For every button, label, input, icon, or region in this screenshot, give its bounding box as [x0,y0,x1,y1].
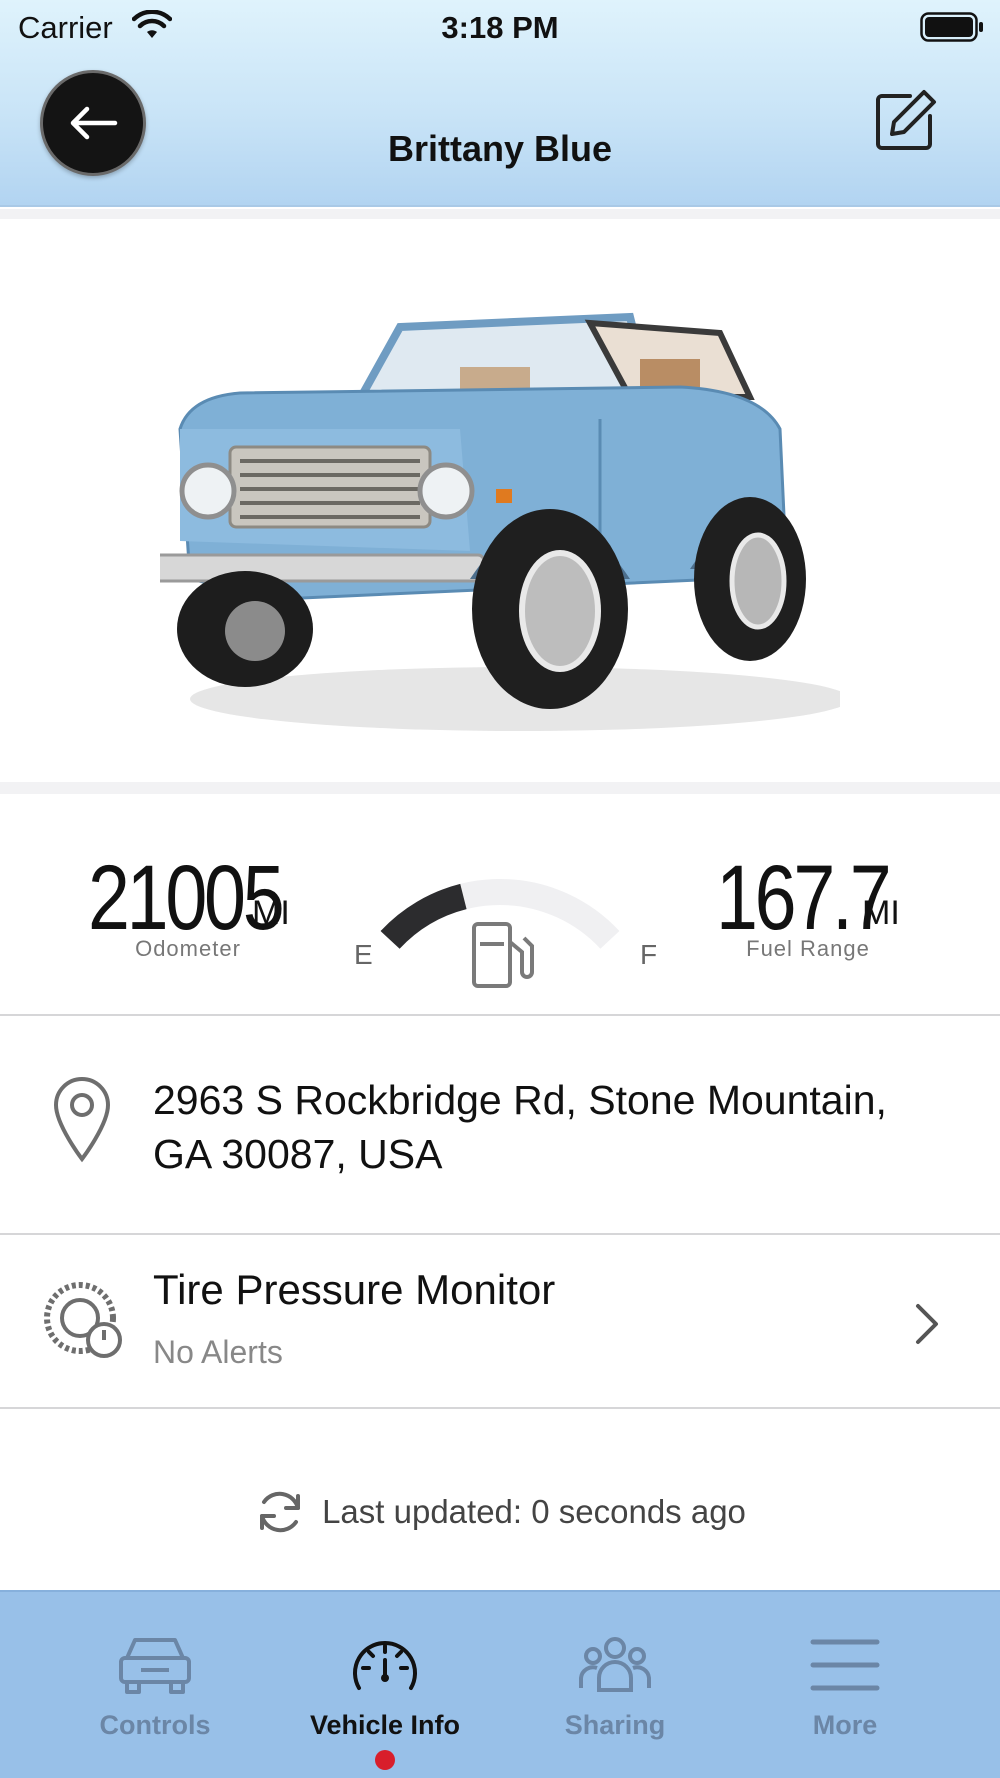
tab-more[interactable]: More [730,1592,960,1778]
chevron-right-icon [916,1304,938,1344]
section-divider [0,209,1000,219]
battery-icon [920,12,983,42]
tire-pressure-row[interactable]: Tire Pressure Monitor No Alerts [0,1236,1000,1409]
vehicle-image [160,312,840,731]
fuel-gauge: E F [354,879,657,988]
fuel-pump-icon [472,922,534,988]
car-icon [119,1638,191,1694]
tire-pressure-status: No Alerts [153,1334,283,1370]
tire-pressure-icon [44,1282,122,1358]
tab-label: Vehicle Info [309,1710,461,1740]
fuel-range-unit: MI [862,894,900,932]
tab-label: Controls [99,1710,211,1740]
tab-label: More [812,1710,878,1740]
clock: 3:18 PM [441,10,559,45]
tab-controls[interactable]: Controls [40,1592,270,1778]
menu-icon [810,1639,880,1691]
page-title: Brittany Blue [387,128,613,169]
tab-label: Sharing [564,1710,666,1740]
tab-bar: Controls Vehicle Info Sharing More [0,1590,1000,1778]
gauge-full-label: F [640,939,657,970]
people-icon [579,1637,651,1692]
active-tab-indicator [375,1750,395,1770]
location-pin-icon [53,1077,111,1163]
vehicle-stats: 21005 MI Odometer E F 167.7 MI Fuel Rang… [0,794,1000,1016]
speedometer-icon [353,1641,417,1690]
navigation-header: Carrier 3:18 PM Brittany Blue [0,0,1000,207]
refresh-icon [260,1491,301,1533]
last-updated[interactable]: Last updated: 0 seconds ago [0,1484,1000,1540]
section-divider [0,782,1000,794]
odometer-unit: MI [252,894,290,932]
status-bar: Carrier 3:18 PM [0,0,1000,56]
odometer-label: Odometer [135,936,241,961]
tab-sharing[interactable]: Sharing [500,1592,730,1778]
tire-pressure-title: Tire Pressure Monitor [153,1266,556,1313]
location-row[interactable]: 2963 S Rockbridge Rd, Stone Mountain, GA… [0,1017,1000,1235]
last-updated-text: Last updated: 0 seconds ago [322,1493,746,1530]
fuel-range-label: Fuel Range [746,936,870,961]
tab-vehicle-info[interactable]: Vehicle Info [270,1592,500,1778]
fuel-gauge-fill [380,883,467,949]
vehicle-address: 2963 S Rockbridge Rd, Stone Mountain, GA… [153,1077,887,1177]
vehicle-photo-area [0,219,1000,782]
edit-icon[interactable] [870,86,940,156]
gauge-empty-label: E [354,939,373,970]
